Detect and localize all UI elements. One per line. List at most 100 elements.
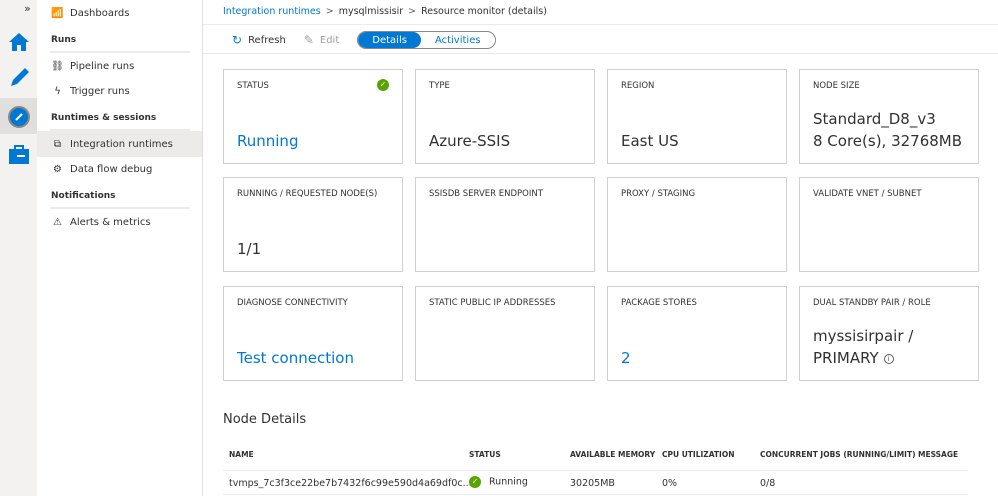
- card-proxy-staging: PROXY / STAGING: [607, 177, 787, 272]
- card-label: STATIC PUBLIC IP ADDRESSES: [429, 298, 556, 308]
- role-value: PRIMARY: [813, 349, 879, 367]
- card-label: NODE SIZE: [813, 81, 860, 91]
- card-validate-vnet: VALIDATE VNET / SUBNET: [799, 177, 979, 272]
- toolbox-icon[interactable]: [7, 143, 31, 167]
- divider: [203, 24, 998, 25]
- node-cores-value: 8 Core(s), 32768MB: [813, 132, 963, 150]
- check-circle-icon: ✓: [469, 476, 481, 488]
- trigger-icon: ϟ: [54, 85, 61, 97]
- section-runs: Runs: [51, 35, 77, 45]
- refresh-button[interactable]: ↻ Refresh: [232, 33, 286, 47]
- card-static-ip: STATIC PUBLIC IP ADDRESSES: [415, 286, 595, 381]
- node-memory: 30205MB: [570, 478, 615, 489]
- dashboard-icon: 📶: [51, 7, 64, 19]
- card-value: Running: [237, 132, 299, 150]
- breadcrumb: Integration runtimes > mysqlmissisir > Resou…: [223, 6, 547, 17]
- nav-data-flow-debug[interactable]: ⚙ Data flow debug: [37, 156, 202, 182]
- integration-runtime-icon: ⧉: [53, 138, 62, 150]
- divider: [223, 494, 968, 495]
- col-message: MESSAGE: [918, 450, 959, 459]
- card-type: TYPE Azure-SSIS: [415, 69, 595, 164]
- col-name: NAME: [229, 450, 254, 459]
- home-icon[interactable]: [7, 30, 31, 54]
- card-package-stores: PACKAGE STORES 2: [607, 286, 787, 381]
- card-value: Standard_D8_v3 8 Core(s), 32768MB: [813, 108, 962, 152]
- card-label: PROXY / STAGING: [621, 189, 696, 199]
- card-ssisdb-endpoint: SSISDB SERVER ENDPOINT: [415, 177, 595, 272]
- divider: [203, 53, 998, 54]
- card-label: PACKAGE STORES: [621, 298, 697, 308]
- breadcrumb-integration-runtimes[interactable]: Integration runtimes: [223, 6, 321, 17]
- info-icon[interactable]: i: [883, 353, 894, 364]
- expand-icon[interactable]: »: [24, 2, 31, 15]
- node-jobs: 0/8: [760, 478, 776, 489]
- tab-details[interactable]: Details: [358, 32, 421, 48]
- card-nodes: RUNNING / REQUESTED NODE(S) 1/1: [223, 177, 403, 272]
- pipeline-icon: ⛓: [51, 60, 64, 72]
- tab-activities[interactable]: Activities: [421, 32, 495, 48]
- refresh-label: Refresh: [248, 34, 286, 46]
- edit-label: Edit: [319, 34, 340, 46]
- card-label: SSISDB SERVER ENDPOINT: [429, 189, 543, 199]
- card-value: Azure-SSIS: [429, 132, 511, 150]
- nav-label: Trigger runs: [70, 85, 130, 97]
- node-name: tvmps_7c3f3ce22be7b7432f6c99e590d4a69df0…: [229, 478, 472, 489]
- card-diagnose: DIAGNOSE CONNECTIVITY Test connection: [223, 286, 403, 381]
- monitor-nav: 📶 Dashboards Runs ⛓ Pipeline runs ϟ Trigger…: [37, 0, 203, 496]
- card-region: REGION East US: [607, 69, 787, 164]
- nav-label: Alerts & metrics: [70, 216, 151, 228]
- section-runtimes: Runtimes & sessions: [51, 113, 157, 123]
- col-cpu: CPU UTILIZATION: [662, 450, 735, 459]
- nav-alerts-metrics[interactable]: ⚠ Alerts & metrics: [37, 209, 202, 235]
- refresh-icon: ↻: [232, 33, 243, 47]
- data-flow-icon: ⚙: [53, 163, 62, 175]
- activity-rail: »: [0, 0, 37, 496]
- section-notifications: Notifications: [51, 191, 116, 201]
- nav-trigger-runs[interactable]: ϟ Trigger runs: [37, 78, 202, 104]
- card-label: RUNNING / REQUESTED NODE(S): [237, 189, 378, 199]
- card-value: myssisirpair / PRIMARY i: [813, 325, 913, 369]
- card-status: STATUS ✓ Running: [223, 69, 403, 164]
- view-toggle: Details Activities: [357, 31, 496, 49]
- test-connection-link[interactable]: Test connection: [237, 349, 354, 367]
- nav-pipeline-runs[interactable]: ⛓ Pipeline runs: [37, 53, 202, 79]
- node-details-title: Node Details: [223, 412, 307, 427]
- breadcrumb-current: Resource monitor (details): [421, 6, 547, 17]
- card-label: TYPE: [429, 81, 450, 91]
- card-label: REGION: [621, 81, 655, 91]
- nav-label: Dashboards: [70, 7, 130, 19]
- nav-dashboards[interactable]: 📶 Dashboards: [37, 0, 202, 26]
- card-label: DUAL STANDBY PAIR / ROLE: [813, 298, 931, 308]
- nav-label: Pipeline runs: [70, 60, 135, 72]
- node-status: ✓ Running: [469, 476, 528, 488]
- col-jobs: CONCURRENT JOBS (RUNNING/LIMIT): [760, 450, 916, 459]
- nav-integration-runtimes[interactable]: ⧉ Integration runtimes: [37, 131, 202, 157]
- card-value: East US: [621, 132, 679, 150]
- breadcrumb-separator: >: [325, 6, 334, 17]
- card-value: 1/1: [237, 240, 262, 258]
- monitor-icon[interactable]: [7, 105, 31, 129]
- card-label: DIAGNOSE CONNECTIVITY: [237, 298, 348, 308]
- card-label: STATUS: [237, 81, 269, 91]
- divider: [223, 470, 968, 471]
- col-status: STATUS: [469, 450, 501, 459]
- check-circle-icon: ✓: [377, 79, 389, 91]
- card-dual-standby: DUAL STANDBY PAIR / ROLE myssisirpair / PR…: [799, 286, 979, 381]
- breadcrumb-runtime[interactable]: mysqlmissisir: [339, 6, 403, 17]
- nav-label: Data flow debug: [70, 163, 153, 175]
- warning-icon: ⚠: [53, 216, 62, 228]
- breadcrumb-separator: >: [408, 6, 417, 17]
- edit-icon: ✎: [303, 33, 314, 47]
- toolbar: ↻ Refresh ✎ Edit Details Activities: [232, 31, 496, 49]
- card-label: VALIDATE VNET / SUBNET: [813, 189, 922, 199]
- edit-button[interactable]: ✎ Edit: [304, 33, 339, 47]
- nav-label: Integration runtimes: [70, 138, 173, 150]
- node-size-value: Standard_D8_v3: [813, 110, 936, 128]
- node-cpu: 0%: [662, 478, 678, 489]
- pair-value: myssisirpair /: [813, 327, 914, 345]
- pencil-icon[interactable]: [7, 66, 31, 90]
- node-status-text: Running: [489, 476, 528, 488]
- col-memory: AVAILABLE MEMORY: [570, 450, 656, 459]
- card-node-size: NODE SIZE Standard_D8_v3 8 Core(s), 32768M…: [799, 69, 979, 164]
- package-stores-link[interactable]: 2: [621, 349, 631, 367]
